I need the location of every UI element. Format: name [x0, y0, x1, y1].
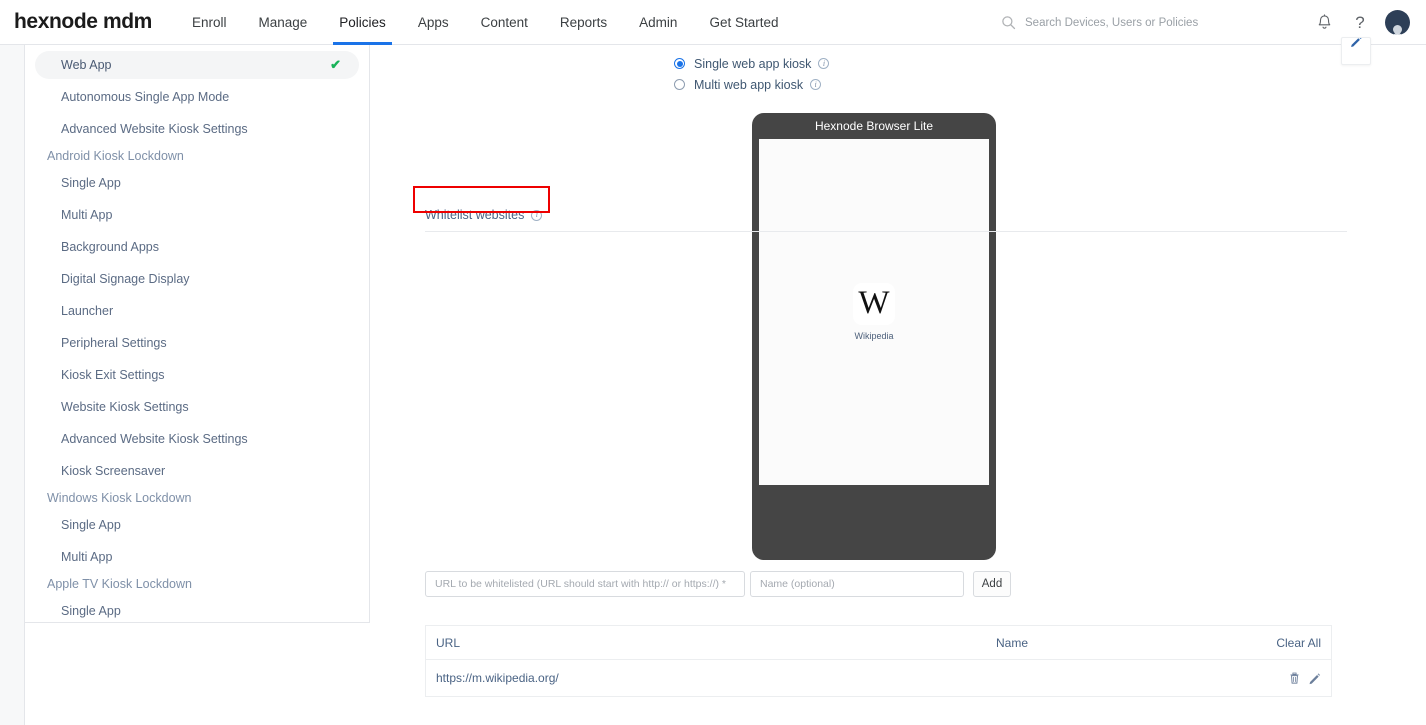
nav-item-manage[interactable]: Manage	[242, 0, 323, 45]
browser-title: Hexnode Browser Lite	[814, 119, 934, 133]
kiosk-mode-radio-group: Single web app kiosk i Multi web app kio…	[674, 53, 830, 95]
sidebar-item-windows-single-app[interactable]: Single App	[35, 511, 359, 539]
radio-single-web-app-kiosk[interactable]: Single web app kiosk i	[674, 53, 830, 74]
sidebar-item-label: Peripheral Settings	[61, 336, 167, 350]
sidebar-item-appletv-single-app[interactable]: Single App	[35, 597, 359, 622]
whitelist-url-input[interactable]	[425, 571, 745, 597]
web-app-tile-label: Wikipedia	[854, 331, 894, 341]
sidebar-item-label: Multi App	[61, 550, 113, 564]
sidebar-item-android-single-app[interactable]: Single App	[35, 169, 359, 197]
whitelist-section-label: Whitelist websites	[425, 208, 525, 222]
avatar-figure	[1393, 25, 1402, 34]
whitelist-add-form: Add	[425, 571, 1011, 597]
sidebar-item-label: Advanced Website Kiosk Settings	[61, 122, 248, 136]
whitelist-section-header: Whitelist websites i	[425, 208, 1347, 232]
sidebar-item-web-app[interactable]: Web App ✔	[35, 51, 359, 79]
nav-item-content[interactable]: Content	[465, 0, 544, 45]
main-content: Single web app kiosk i Multi web app kio…	[371, 37, 1426, 725]
sidebar-item-label: Launcher	[61, 304, 114, 318]
radio-button[interactable]	[674, 58, 685, 69]
search-input[interactable]	[1025, 16, 1255, 29]
device-preview: Hexnode Browser Lite W Wikipedia	[752, 113, 996, 560]
notifications-button[interactable]	[1311, 10, 1337, 36]
nav-item-get-started[interactable]: Get Started	[693, 0, 794, 45]
avatar[interactable]	[1385, 10, 1410, 35]
radio-button[interactable]	[674, 79, 685, 90]
main-nav: Enroll Manage Policies Apps Content Repo…	[176, 0, 795, 45]
sidebar-item-windows-multi-app[interactable]: Multi App	[35, 543, 359, 571]
sidebar-item-label: Background Apps	[61, 240, 159, 254]
sidebar-item-label: Website Kiosk Settings	[61, 400, 189, 414]
clear-all-button[interactable]: Clear All	[1276, 636, 1321, 650]
sidebar-item-label: Multi App	[61, 208, 113, 222]
add-website-button[interactable]: Add	[973, 571, 1011, 597]
radio-multi-web-app-kiosk[interactable]: Multi web app kiosk i	[674, 74, 829, 95]
left-rail	[0, 45, 25, 725]
sidebar-item-website-kiosk-settings[interactable]: Website Kiosk Settings	[35, 393, 359, 421]
radio-label: Multi web app kiosk	[694, 77, 804, 92]
whitelist-name-input[interactable]	[750, 571, 964, 597]
cell-url[interactable]: https://m.wikipedia.org/	[436, 671, 996, 685]
help-button[interactable]: ?	[1347, 10, 1373, 36]
check-icon: ✔	[330, 57, 341, 72]
wikipedia-w-glyph: W	[858, 284, 890, 321]
bell-icon	[1318, 13, 1330, 29]
edit-pencil-icon	[1350, 38, 1362, 48]
sidebar-group-android-kiosk-lockdown: Android Kiosk Lockdown	[47, 149, 184, 163]
sidebar-item-label: Single App	[61, 518, 121, 532]
nav-item-reports[interactable]: Reports	[544, 0, 623, 45]
web-app-tile[interactable]: W Wikipedia	[853, 283, 895, 341]
global-search[interactable]	[1001, 15, 1255, 30]
sidebar-item-kiosk-screensaver[interactable]: Kiosk Screensaver	[35, 457, 359, 485]
sidebar-item-label: Single App	[61, 604, 121, 618]
nav-item-admin[interactable]: Admin	[623, 0, 693, 45]
sidebar-item-background-apps[interactable]: Background Apps	[35, 233, 359, 261]
sidebar-item-peripheral-settings[interactable]: Peripheral Settings	[35, 329, 359, 357]
whitelist-table: URL Name Clear All https://m.wikipedia.o…	[425, 625, 1332, 697]
edit-policy-button[interactable]	[1341, 37, 1371, 65]
nav-item-apps[interactable]: Apps	[402, 0, 465, 45]
sidebar-item-label: Digital Signage Display	[61, 272, 190, 286]
sidebar-item-label: Single App	[61, 176, 121, 190]
sidebar-item-label: Kiosk Screensaver	[61, 464, 166, 478]
info-icon[interactable]: i	[810, 79, 822, 90]
radio-label: Single web app kiosk	[694, 56, 812, 71]
top-navigation-bar: hexnode mdm Enroll Manage Policies Apps …	[0, 0, 1426, 45]
sidebar-item-kiosk-exit-settings[interactable]: Kiosk Exit Settings	[35, 361, 359, 389]
wikipedia-icon: W	[853, 283, 895, 325]
search-icon	[1002, 16, 1016, 30]
phone-screen: W Wikipedia	[759, 139, 989, 485]
sidebar-group-windows-kiosk-lockdown: Windows Kiosk Lockdown	[47, 491, 192, 505]
policy-sidebar: Web App ✔ Autonomous Single App Mode Adv…	[25, 45, 370, 623]
nav-item-enroll[interactable]: Enroll	[176, 0, 243, 45]
pencil-icon[interactable]	[1308, 671, 1321, 685]
sidebar-item-label: Autonomous Single App Mode	[61, 90, 230, 104]
info-icon[interactable]: i	[531, 209, 543, 221]
sidebar-group-apple-tv-kiosk-lockdown: Apple TV Kiosk Lockdown	[47, 577, 192, 591]
column-header-name: Name	[996, 635, 1029, 650]
sidebar-item-autonomous-single-app-mode[interactable]: Autonomous Single App Mode	[35, 83, 359, 111]
sidebar-item-android-multi-app[interactable]: Multi App	[35, 201, 359, 229]
sidebar-item-digital-signage-display[interactable]: Digital Signage Display	[35, 265, 359, 293]
table-header-row: URL Name Clear All	[426, 626, 1331, 660]
table-row: https://m.wikipedia.org/	[426, 660, 1331, 696]
sidebar-item-advanced-website-kiosk-settings-android[interactable]: Advanced Website Kiosk Settings	[35, 425, 359, 453]
sidebar-item-advanced-website-kiosk-settings-ios[interactable]: Advanced Website Kiosk Settings	[35, 115, 359, 143]
nav-item-policies[interactable]: Policies	[323, 0, 402, 45]
app-logo[interactable]: hexnode mdm	[14, 10, 152, 34]
info-icon[interactable]: i	[818, 58, 830, 69]
sidebar-item-label: Web App	[61, 58, 112, 72]
column-header-url: URL	[436, 635, 461, 650]
sidebar-item-label: Kiosk Exit Settings	[61, 368, 165, 382]
sidebar-item-launcher[interactable]: Launcher	[35, 297, 359, 325]
sidebar-item-label: Advanced Website Kiosk Settings	[61, 432, 248, 446]
trash-icon[interactable]	[1288, 671, 1301, 685]
question-mark-icon: ?	[1355, 13, 1365, 32]
